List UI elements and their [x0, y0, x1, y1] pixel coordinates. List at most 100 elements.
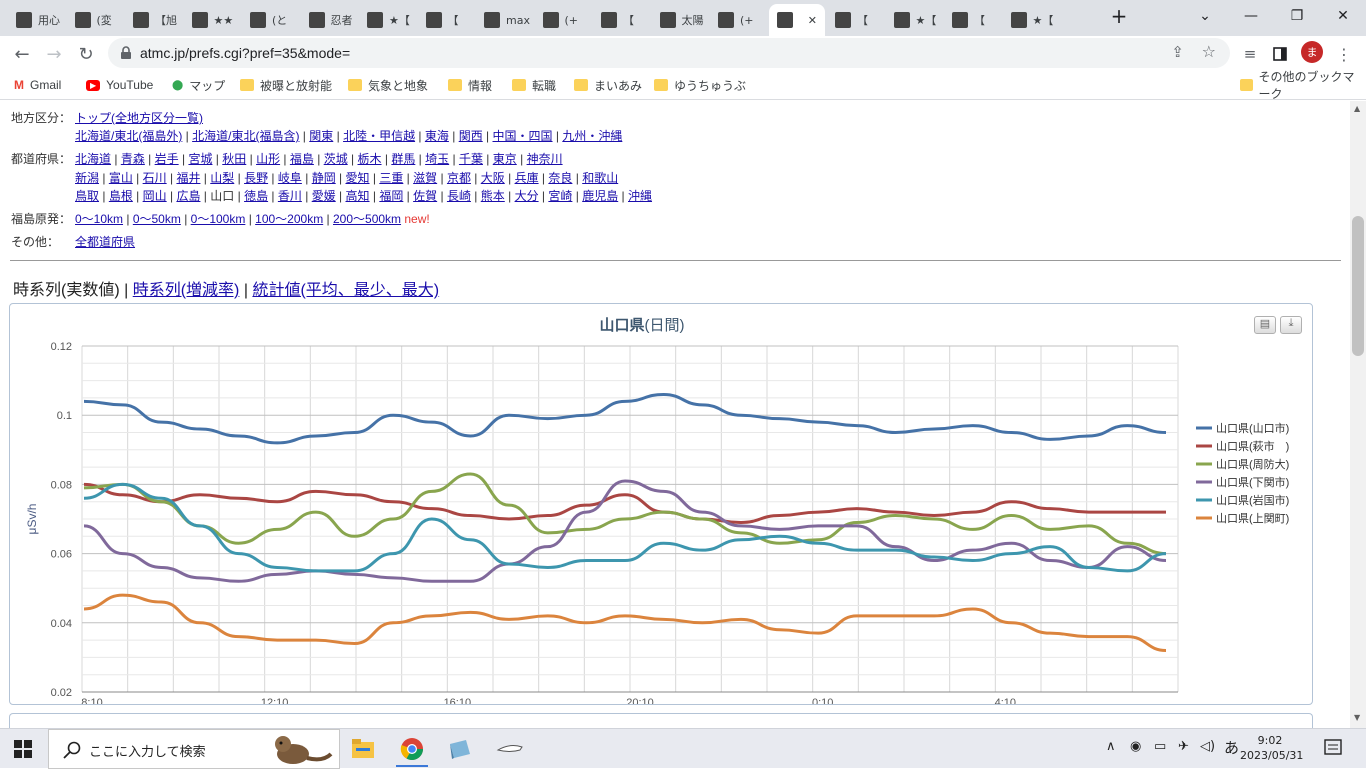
nav-link[interactable]: 福岡	[379, 189, 403, 203]
nav-link[interactable]: 埼玉	[425, 152, 449, 166]
nav-link[interactable]: トップ(全地方区分一覧)	[75, 111, 203, 125]
browser-tab[interactable]: ★【	[886, 4, 943, 36]
taskbar-clock[interactable]: 9:02 2023/05/31	[1240, 733, 1303, 763]
tab-search-button[interactable]: ⌄	[1182, 0, 1228, 32]
volume-icon[interactable]: ◁)	[1200, 739, 1215, 754]
nav-link[interactable]: 静岡	[312, 171, 336, 185]
close-window-button[interactable]: ✕	[1320, 0, 1366, 32]
menu-icon[interactable]: ⋮	[1330, 40, 1358, 68]
nav-link[interactable]: 関西	[459, 129, 483, 143]
nav-link[interactable]: 佐賀	[413, 189, 437, 203]
scrollbar-thumb[interactable]	[1352, 216, 1364, 356]
bookmark-item[interactable]: 気象と地象	[348, 76, 428, 94]
nav-link[interactable]: 全都道府県	[75, 235, 135, 249]
browser-tab[interactable]: 用心	[8, 4, 65, 36]
nav-link[interactable]: 岡山	[143, 189, 167, 203]
browser-tab[interactable]: 【	[944, 4, 1001, 36]
nav-link[interactable]: 滋賀	[413, 171, 437, 185]
reload-button[interactable]: ↻	[72, 40, 100, 68]
nav-link[interactable]: 高知	[346, 189, 370, 203]
profile-avatar[interactable]: ま	[1301, 41, 1323, 63]
nav-link[interactable]: 福井	[176, 171, 200, 185]
nav-link[interactable]: 愛媛	[312, 189, 336, 203]
nav-link[interactable]: 富山	[109, 171, 133, 185]
bookmark-star-icon[interactable]: ☆	[1202, 42, 1216, 61]
browser-tab[interactable]: 【	[418, 4, 475, 36]
nav-link[interactable]: 北海道/東北(福島外)	[75, 129, 182, 143]
bookmark-item[interactable]: ゆうちゅうぶ	[654, 76, 746, 94]
reading-list-icon[interactable]: ≡	[1236, 40, 1264, 68]
nav-link[interactable]: 愛知	[346, 171, 370, 185]
airplane-mode-icon[interactable]: ✈	[1178, 739, 1189, 754]
nav-link[interactable]: 香川	[278, 189, 302, 203]
nav-link[interactable]: 100～200km	[255, 212, 323, 226]
browser-tab[interactable]: ★【	[359, 4, 416, 36]
nav-link[interactable]: 宮城	[188, 152, 212, 166]
browser-tab[interactable]: 【	[593, 4, 650, 36]
nav-link[interactable]: 北海道	[75, 152, 111, 166]
meet-icon[interactable]: ◉	[1130, 739, 1141, 754]
bookmark-item[interactable]: 被曝と放射能	[240, 76, 332, 94]
nav-link[interactable]: 大阪	[481, 171, 505, 185]
share-icon[interactable]: ⇪	[1171, 43, 1184, 61]
tray-chevron-icon[interactable]: ∧	[1106, 739, 1116, 754]
minimize-button[interactable]: —	[1228, 0, 1274, 32]
nav-link[interactable]: 長崎	[447, 189, 471, 203]
browser-tab[interactable]: ★【	[1003, 4, 1060, 36]
browser-tab[interactable]: max	[476, 4, 533, 36]
new-tab-button[interactable]: +	[1096, 0, 1142, 32]
other-bookmarks[interactable]: その他のブックマーク	[1240, 70, 1366, 101]
airplane-app-icon[interactable]	[496, 741, 524, 761]
taskbar-search[interactable]: ここに入力して検索	[48, 729, 340, 769]
bookmark-item[interactable]: まいあみ	[574, 76, 642, 94]
browser-tab[interactable]: ★★	[184, 4, 241, 36]
side-panel-icon[interactable]	[1266, 40, 1294, 68]
bookmark-item[interactable]: ▶ YouTube	[86, 76, 153, 94]
nav-link[interactable]: 徳島	[244, 189, 268, 203]
nav-link[interactable]: 広島	[176, 189, 200, 203]
nav-link[interactable]: 沖縄	[628, 189, 652, 203]
bookmark-item[interactable]: 転職	[512, 76, 556, 94]
nav-link[interactable]: 九州・沖縄	[562, 129, 622, 143]
nav-link[interactable]: 青森	[121, 152, 145, 166]
browser-tab[interactable]: (と	[242, 4, 299, 36]
nav-link[interactable]: 兵庫	[515, 171, 539, 185]
nav-link[interactable]: 岐阜	[278, 171, 302, 185]
app-icon[interactable]	[448, 738, 472, 764]
nav-link[interactable]: 鳥取	[75, 189, 99, 203]
nav-link[interactable]: 東海	[425, 129, 449, 143]
nav-link[interactable]: 新潟	[75, 171, 99, 185]
browser-tab[interactable]: 忍者	[301, 4, 358, 36]
nav-link[interactable]: 0～50km	[133, 212, 181, 226]
nav-link[interactable]: 島根	[109, 189, 133, 203]
chrome-taskbar-icon[interactable]	[396, 737, 428, 767]
browser-tab[interactable]: ✕	[768, 4, 825, 36]
mode-link[interactable]: 時系列(増減率)	[133, 282, 240, 299]
forward-button[interactable]: →	[40, 40, 68, 68]
nav-link[interactable]: 栃木	[358, 152, 382, 166]
nav-link[interactable]: 神奈川	[527, 152, 563, 166]
nav-link[interactable]: 和歌山	[582, 171, 618, 185]
nav-link[interactable]: 北陸・甲信越	[343, 129, 415, 143]
browser-tab[interactable]: (+	[710, 4, 767, 36]
nav-link[interactable]: 石川	[143, 171, 167, 185]
nav-link[interactable]: 京都	[447, 171, 471, 185]
bookmark-item[interactable]: ⬤ マップ	[172, 76, 225, 94]
back-button[interactable]: ←	[8, 40, 36, 68]
nav-link[interactable]: 山梨	[210, 171, 234, 185]
nav-link[interactable]: 0～100km	[191, 212, 246, 226]
print-chart-button[interactable]: ▤	[1254, 316, 1276, 334]
nav-link[interactable]: 大分	[515, 189, 539, 203]
battery-icon[interactable]: ▭	[1154, 739, 1166, 754]
close-tab-icon[interactable]: ✕	[808, 14, 817, 27]
browser-tab[interactable]: (+	[535, 4, 592, 36]
nav-link[interactable]: 熊本	[481, 189, 505, 203]
nav-link[interactable]: 奈良	[548, 171, 572, 185]
nav-link[interactable]: 鹿児島	[582, 189, 618, 203]
maximize-button[interactable]: ❐	[1274, 0, 1320, 32]
nav-link[interactable]: 長野	[244, 171, 268, 185]
nav-link[interactable]: 中国・四国	[493, 129, 553, 143]
nav-link[interactable]: 茨城	[324, 152, 348, 166]
nav-link[interactable]: 岩手	[155, 152, 179, 166]
ime-indicator[interactable]: あ	[1224, 737, 1239, 758]
